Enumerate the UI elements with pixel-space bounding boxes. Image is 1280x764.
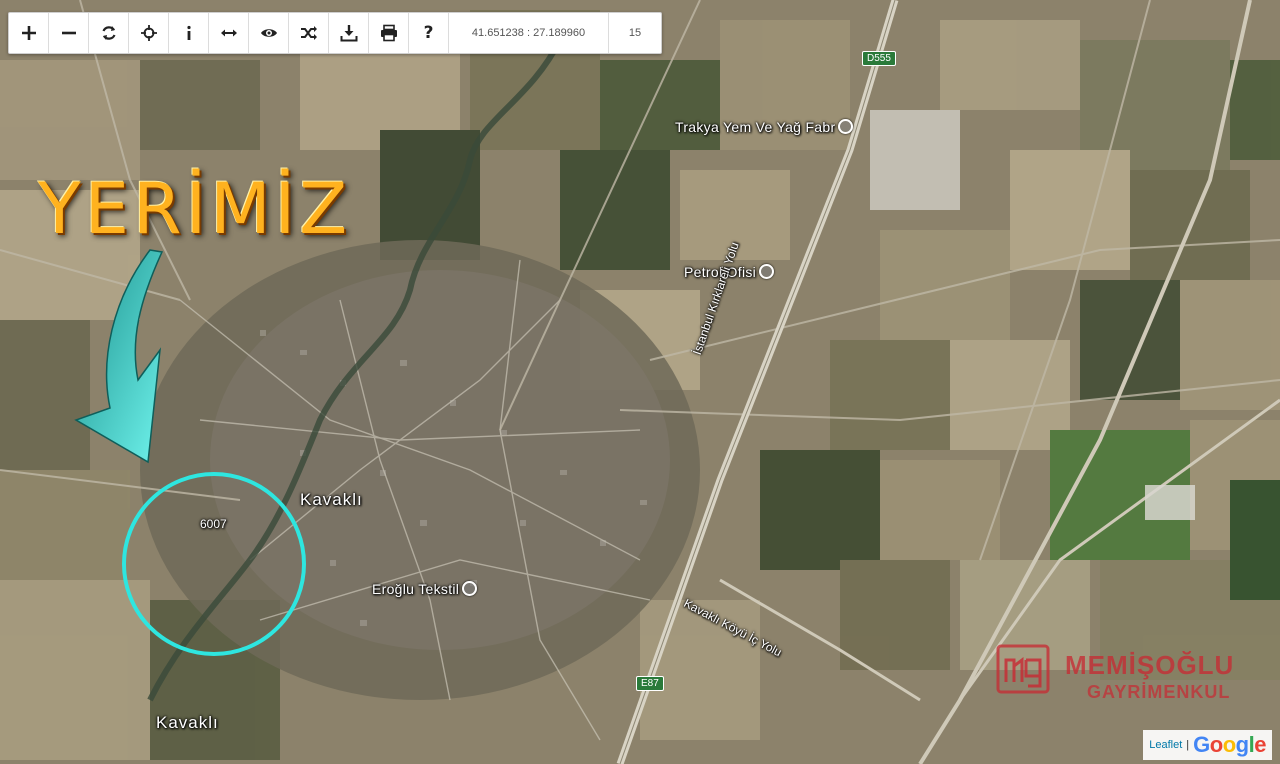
refresh-icon: [101, 26, 116, 40]
minus-icon: [61, 31, 76, 35]
measure-button[interactable]: [209, 13, 249, 53]
pointer-arrow-icon: [74, 249, 164, 464]
print-button[interactable]: [369, 13, 409, 53]
map-attribution: Leaflet | Google: [1143, 730, 1272, 760]
poi-eroglu-tekstil-label: Eroğlu Tekstil: [372, 581, 460, 597]
headline-text: YERİMİZ: [38, 168, 352, 250]
coordinates-readout: 41.651238 : 27.189960: [449, 13, 609, 53]
satellite-map[interactable]: YERİMİZ 6007 Trakya Yem Ve Yağ Fabr Petr…: [0, 0, 1280, 764]
road-shield-d555: D555: [862, 51, 896, 66]
location-circle: [122, 472, 306, 656]
google-logo: Google: [1193, 732, 1266, 757]
download-icon: [340, 25, 357, 42]
measure-arrows-icon: [220, 29, 237, 37]
leaflet-link[interactable]: Leaflet: [1149, 739, 1182, 751]
zoom-in-button[interactable]: [9, 13, 49, 53]
memisoglu-logo-icon: [996, 644, 1050, 694]
place-pin-icon: [838, 119, 854, 134]
place-pin-icon: [462, 581, 478, 596]
plus-icon: [21, 26, 36, 40]
view-button[interactable]: [249, 13, 289, 53]
poi-eroglu-tekstil[interactable]: Eroğlu Tekstil: [372, 581, 478, 597]
refresh-button[interactable]: [89, 13, 129, 53]
zoom-out-button[interactable]: [49, 13, 89, 53]
eye-icon: [260, 29, 277, 37]
parcel-number-label: 6007: [200, 517, 227, 531]
road-shield-e87: E87: [636, 676, 664, 691]
info-icon: [186, 25, 191, 40]
zoom-level-readout: 15: [628, 27, 642, 39]
poi-trakya-yem-label: Trakya Yem Ve Yağ Fabr: [675, 119, 836, 135]
help-button[interactable]: ?: [409, 13, 449, 53]
gas-station-pin-icon: [759, 264, 775, 279]
crosshair-icon: [140, 25, 157, 41]
info-button[interactable]: [169, 13, 209, 53]
town-label-kavakli: Kavaklı: [300, 490, 363, 509]
shuffle-icon: [300, 26, 317, 40]
map-toolbar: ? 41.651238 : 27.189960 15: [8, 12, 662, 54]
watermark-line2: GAYRİMENKUL: [1087, 682, 1231, 702]
print-icon: [380, 24, 397, 42]
help-icon: ?: [423, 23, 434, 43]
watermark-line1: MEMİŞOĞLU: [1065, 650, 1235, 680]
town-label-kavakli-south: Kavaklı: [156, 713, 219, 732]
locate-button[interactable]: [129, 13, 169, 53]
poi-trakya-yem[interactable]: Trakya Yem Ve Yağ Fabr: [675, 119, 854, 135]
download-button[interactable]: [329, 13, 369, 53]
attribution-separator: |: [1186, 739, 1190, 751]
shuffle-button[interactable]: [289, 13, 329, 53]
